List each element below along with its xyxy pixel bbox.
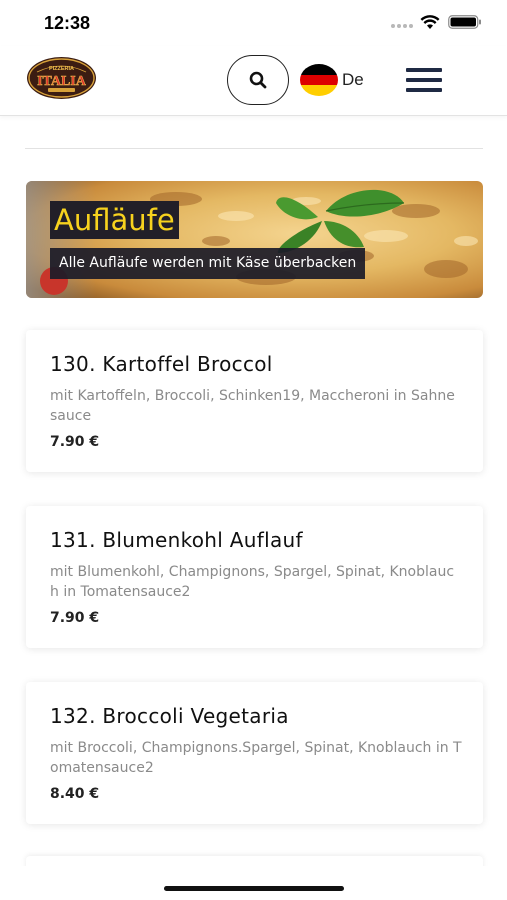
product-price: 7.90 €: [50, 610, 100, 626]
pizzeria-italia-logo[interactable]: PIZZERIA ITALIA: [26, 56, 97, 100]
section-divider: [25, 148, 483, 149]
status-bar: 12:38: [0, 0, 507, 46]
product-card[interactable]: 132. Broccoli Vegetaria mit Broccoli, Ch…: [26, 682, 483, 824]
home-indicator[interactable]: [164, 886, 344, 891]
language-label: De: [342, 70, 364, 89]
casserole-photo: [26, 181, 483, 298]
germany-flag-icon: [300, 64, 338, 96]
product-price: 7.90 €: [50, 434, 100, 450]
product-card[interactable]: 130. Kartoffel Broccol mit Kartoffeln, B…: [26, 330, 483, 472]
language-switch[interactable]: De: [300, 64, 364, 96]
logo-top-text: PIZZERIA: [49, 66, 74, 72]
search-button[interactable]: [227, 55, 289, 105]
category-banner: Aufläufe Alle Aufläufe werden mit Käse ü…: [26, 181, 483, 298]
product-description: mit Blumenkohl, Champignons, Spargel, Sp…: [50, 564, 455, 600]
menu-line-icon: [406, 88, 442, 92]
product-name: 132. Broccoli Vegetaria: [50, 704, 289, 728]
product-name: 130. Kartoffel Broccol: [50, 352, 273, 376]
cellular-signal-icon: [391, 24, 415, 30]
menu-line-icon: [406, 68, 442, 72]
product-card[interactable]: 131. Blumenkohl Auflauf mit Blumenkohl, …: [26, 506, 483, 648]
product-description: mit Kartoffeln, Broccoli, Schinken19, Ma…: [50, 388, 455, 424]
menu-line-icon: [406, 78, 442, 82]
status-time: 12:38: [44, 13, 91, 33]
app-header: PIZZERIA ITALIA De: [0, 46, 507, 116]
wifi-icon: [420, 15, 440, 29]
category-subtitle: Alle Aufläufe werden mit Käse überbacken: [50, 248, 366, 279]
product-description: mit Broccoli, Champignons.Spargel, Spina…: [50, 740, 462, 776]
search-icon: [249, 71, 267, 89]
product-name: 131. Blumenkohl Auflauf: [50, 528, 303, 552]
category-title: Aufläufe: [50, 201, 179, 239]
hamburger-menu-button[interactable]: [406, 66, 442, 94]
logo-main-text: ITALIA: [37, 74, 87, 89]
bottom-safe-area: [0, 866, 507, 900]
product-price: 8.40 €: [50, 786, 100, 802]
battery-icon: [448, 15, 481, 29]
